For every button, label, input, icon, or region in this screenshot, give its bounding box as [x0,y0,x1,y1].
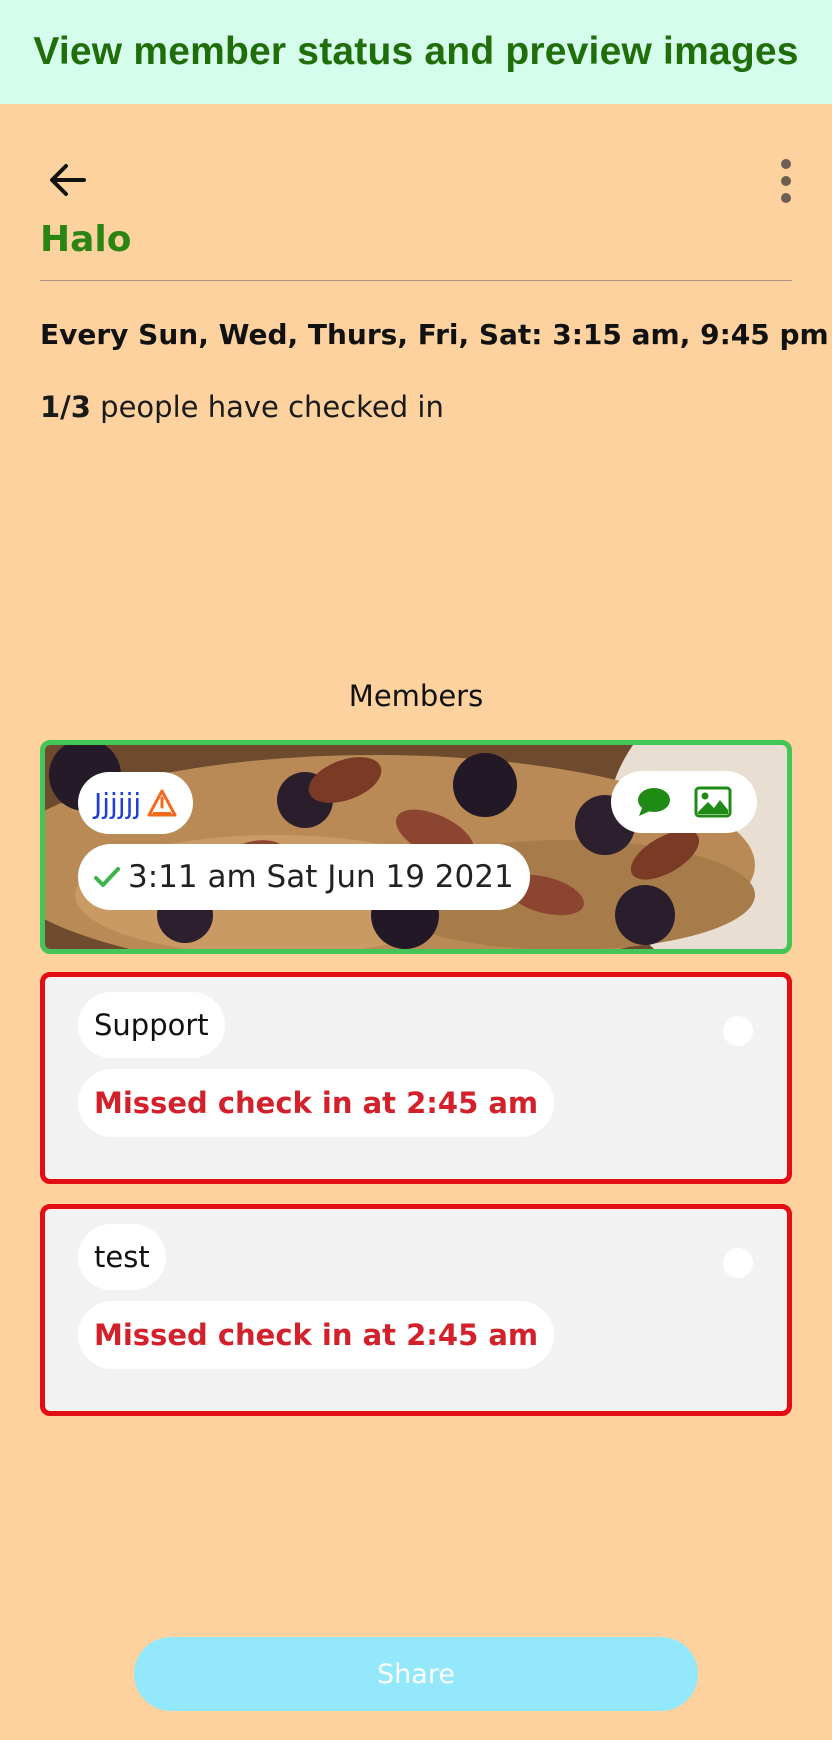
checkin-count: 1/3 [40,390,91,424]
member-select-radio[interactable] [723,1248,753,1278]
warning-triangle-icon [147,789,177,817]
more-options-button[interactable] [772,154,800,208]
member-card-missed[interactable]: test Missed check in at 2:45 am [40,1204,792,1416]
share-button[interactable]: Share [134,1637,698,1711]
missed-status-pill: Missed check in at 2:45 am [78,1301,555,1369]
member-name: Jjjjjj [94,786,142,820]
chat-button[interactable] [636,786,672,818]
schedule-text: Every Sun, Wed, Thurs, Fri, Sat: 3:15 am… [40,318,829,351]
chat-bubble-icon [638,788,670,816]
checkin-summary: 1/3 people have checked in [40,387,444,427]
checkin-time: 3:11 am Sat Jun 19 2021 [128,859,514,895]
banner-text: View member status and preview images [33,30,799,73]
more-vertical-icon [781,159,791,203]
arrow-left-icon [50,164,86,196]
missed-status: Missed check in at 2:45 am [94,1086,539,1120]
members-heading: Members [348,679,484,713]
member-name-pill: Support [78,992,225,1058]
member-name: test [94,1240,150,1274]
instruction-banner: View member status and preview images [0,0,832,104]
divider [40,280,792,281]
member-card-missed[interactable]: Support Missed check in at 2:45 am [40,972,792,1184]
checkmark-icon [94,867,120,887]
member-name-pill: test [78,1224,166,1290]
member-name: Support [94,1008,209,1042]
group-title: Halo [40,219,132,260]
missed-status: Missed check in at 2:45 am [94,1318,539,1352]
member-actions [611,771,757,833]
back-button[interactable] [44,156,92,204]
missed-status-pill: Missed check in at 2:45 am [78,1069,555,1137]
checkin-suffix: people have checked in [90,390,444,424]
image-icon [694,786,732,818]
member-card-checked[interactable]: Jjjjjj 3:11 am Sat Jun 19 2021 [40,740,792,954]
view-image-button[interactable] [694,786,732,818]
member-select-radio[interactable] [723,1016,753,1046]
member-name-pill: Jjjjjj [78,772,194,834]
checkin-time-pill: 3:11 am Sat Jun 19 2021 [78,844,530,910]
